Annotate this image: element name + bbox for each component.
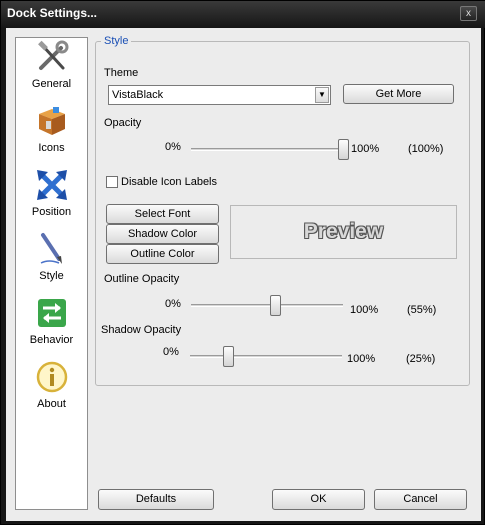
preview-text: Preview [303, 220, 384, 243]
theme-dropdown[interactable]: VistaBlack ▼ [108, 85, 331, 105]
slider-thumb[interactable] [338, 139, 349, 160]
outline-color-button[interactable]: Outline Color [106, 244, 219, 264]
outline-opacity-min-label: 0% [165, 298, 181, 310]
style-group-title: Style [101, 35, 132, 47]
dialog-body: General Icons Position Style Behavior Ab… [6, 28, 481, 521]
opacity-min-label: 0% [165, 141, 181, 153]
box-icon [38, 107, 65, 135]
chevron-down-icon[interactable]: ▼ [315, 87, 329, 103]
info-icon [36, 361, 67, 393]
sidebar-item-position[interactable]: Position [16, 168, 87, 232]
sidebar-item-general[interactable]: General [16, 40, 87, 104]
shadow-opacity-slider[interactable] [190, 346, 342, 368]
sidebar-item-label: Style [39, 270, 64, 282]
outline-opacity-slider[interactable] [191, 295, 343, 317]
outline-opacity-value-label: (55%) [407, 304, 437, 316]
opacity-value-label: (100%) [408, 143, 444, 155]
sidebar-item-label: Behavior [29, 334, 74, 346]
sidebar-item-behavior[interactable]: Behavior [16, 296, 87, 360]
shadow-color-button[interactable]: Shadow Color [106, 224, 219, 244]
sidebar-item-label: About [37, 398, 66, 410]
sidebar-item-label: Icons [38, 142, 65, 154]
sidebar-item-icons[interactable]: Icons [16, 104, 87, 168]
dock-settings-window: Dock Settings... x General Icons Positio… [0, 0, 485, 525]
window-title: Dock Settings... [7, 6, 98, 20]
select-font-button[interactable]: Select Font [106, 204, 219, 224]
pen-icon [40, 233, 62, 264]
slider-track [191, 304, 343, 307]
theme-label: Theme [104, 67, 139, 79]
opacity-slider[interactable] [191, 139, 349, 161]
arrows-icon [36, 170, 67, 200]
close-icon: x [466, 8, 471, 19]
disable-icon-labels-checkbox[interactable] [106, 176, 118, 188]
disable-icon-labels-label[interactable]: Disable Icon Labels [121, 176, 217, 188]
sidebar-item-about[interactable]: About [16, 360, 87, 424]
category-sidebar: General Icons Position Style Behavior Ab… [15, 37, 88, 510]
outline-opacity-label: Outline Opacity [104, 273, 180, 285]
slider-thumb[interactable] [269, 295, 281, 316]
slider-thumb[interactable] [223, 346, 234, 367]
behavior-arrows-icon [37, 299, 66, 327]
title-bar[interactable]: Dock Settings... x [1, 1, 485, 28]
sidebar-item-style[interactable]: Style [16, 232, 87, 296]
outline-opacity-max-label: 100% [350, 304, 379, 316]
shadow-opacity-label: Shadow Opacity [101, 324, 182, 336]
tools-icon [37, 40, 68, 70]
sidebar-item-label: General [31, 78, 72, 90]
opacity-label: Opacity [104, 117, 142, 129]
theme-value: VistaBlack [112, 89, 164, 101]
cancel-button[interactable]: Cancel [374, 489, 467, 510]
slider-track [190, 355, 342, 358]
shadow-opacity-min-label: 0% [163, 346, 179, 358]
opacity-max-label: 100% [351, 143, 380, 155]
font-preview-box: Preview [230, 205, 457, 259]
get-more-button[interactable]: Get More [343, 84, 454, 104]
sidebar-item-label: Position [31, 206, 72, 218]
shadow-opacity-max-label: 100% [347, 353, 376, 365]
shadow-opacity-value-label: (25%) [406, 353, 436, 365]
defaults-button[interactable]: Defaults [98, 489, 214, 510]
slider-track [191, 148, 343, 151]
ok-button[interactable]: OK [272, 489, 365, 510]
close-button[interactable]: x [460, 6, 477, 21]
